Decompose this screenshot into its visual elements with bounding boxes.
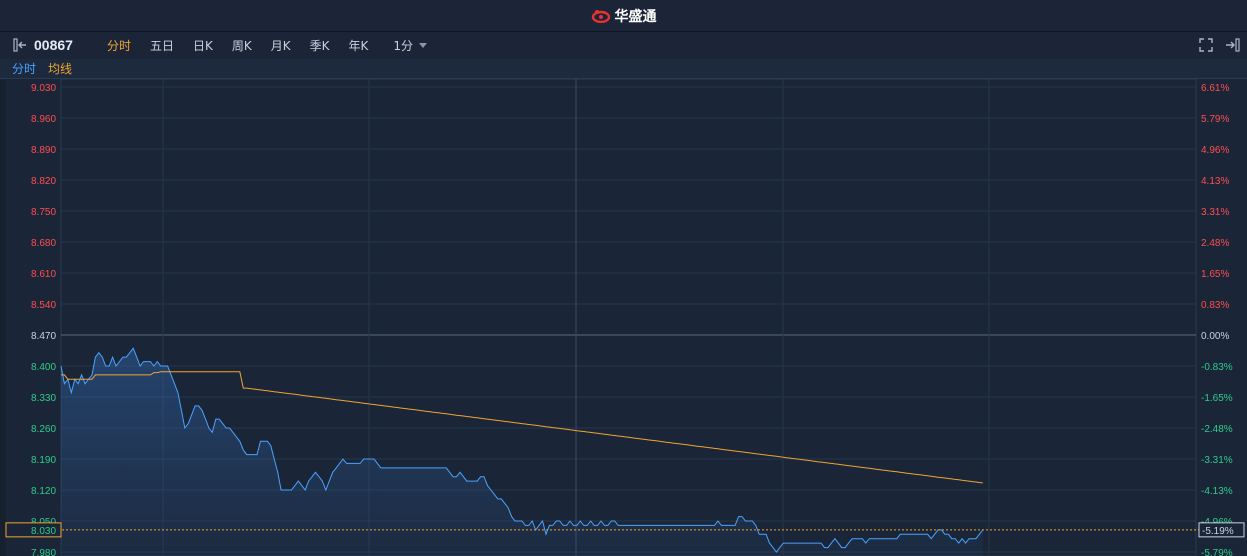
legend-average: 均线 (48, 62, 73, 76)
y-tick-label-right: 0.83% (1201, 300, 1229, 311)
chevron-down-icon (418, 42, 427, 48)
expand-panel-icon-svg (1226, 38, 1240, 52)
y-tick-label-right: 2.48% (1201, 238, 1229, 249)
tab-yearly-k[interactable]: 年K (348, 37, 368, 54)
y-tick-label-left: 8.330 (31, 393, 56, 404)
brand-logo: 华盛通 (591, 6, 657, 26)
fullscreen-icon-svg (1199, 38, 1213, 52)
y-tick-label-left: 7.980 (31, 548, 56, 556)
y-tick-label-left: 8.120 (31, 486, 56, 497)
tab-monthly-k[interactable]: 月K (271, 37, 291, 54)
y-tick-label-left: 8.540 (31, 300, 56, 311)
tab-weekly-k[interactable]: 周K (232, 37, 252, 54)
y-tick-label-left: 8.260 (31, 424, 56, 435)
legend-intraday: 分时 (12, 62, 37, 76)
legend-bar: 分时 均线 (0, 59, 1247, 79)
left-gutter (0, 79, 6, 556)
toolbar-right-controls (1197, 37, 1241, 53)
y-tick-label-left: 8.750 (31, 207, 56, 218)
current-change-label: -5.19% (1202, 526, 1234, 537)
fullscreen-icon[interactable] (1197, 37, 1215, 53)
brand-logo-icon (591, 9, 610, 23)
tab-five-day[interactable]: 五日 (150, 37, 174, 54)
collapse-panel-icon-svg (13, 38, 26, 52)
current-price-label: 8.030 (31, 526, 56, 537)
expand-panel-icon[interactable] (1223, 37, 1241, 53)
y-tick-label-left: 8.890 (31, 145, 56, 156)
y-tick-label-left: 8.470 (31, 331, 56, 342)
y-tick-label-right: -2.48% (1201, 424, 1233, 435)
interval-value: 1分 (393, 38, 413, 53)
brand-name: 华盛通 (614, 8, 657, 25)
interval-dropdown[interactable]: 1分 (393, 37, 427, 54)
intraday-chart[interactable]: 9.030 6.61% 8.960 5.79% 8.890 4.96% 8.820 4.13%… (0, 79, 1247, 556)
y-tick-label-right: -5.79% (1201, 548, 1233, 556)
y-tick-label-right: 1.65% (1201, 269, 1229, 280)
y-tick-label-right: -1.65% (1201, 393, 1233, 404)
y-tick-label-left: 8.400 (31, 362, 56, 373)
y-tick-label-right: 3.31% (1201, 207, 1229, 218)
stock-code: 00867 (34, 37, 73, 53)
y-tick-label-right: -3.31% (1201, 455, 1233, 466)
y-tick-label-right: 4.96% (1201, 145, 1229, 156)
y-tick-label-right: 5.79% (1201, 114, 1229, 125)
y-tick-label-left: 8.610 (31, 269, 56, 280)
y-tick-label-left: 8.190 (31, 455, 56, 466)
y-tick-label-left: 8.820 (31, 176, 56, 187)
y-tick-label-right: 0.00% (1201, 331, 1229, 342)
y-tick-label-right: 4.13% (1201, 176, 1229, 187)
toolbar: 00867 分时 五日 日K 周K 月K 季K 年K 1分 (0, 32, 1247, 58)
y-tick-label-right: -0.83% (1201, 362, 1233, 373)
collapse-panel-icon[interactable] (12, 37, 30, 53)
tab-daily-k[interactable]: 日K (193, 37, 213, 54)
title-bar: 华盛通 (0, 0, 1247, 32)
y-tick-label-right: 6.61% (1201, 83, 1229, 94)
y-tick-label-left: 8.960 (31, 114, 56, 125)
tab-quarterly-k[interactable]: 季K (310, 37, 330, 54)
y-tick-label-left: 8.680 (31, 238, 56, 249)
y-tick-label-left: 9.030 (31, 83, 56, 94)
y-tick-label-right: -4.13% (1201, 486, 1233, 497)
tab-intraday[interactable]: 分时 (107, 37, 131, 54)
